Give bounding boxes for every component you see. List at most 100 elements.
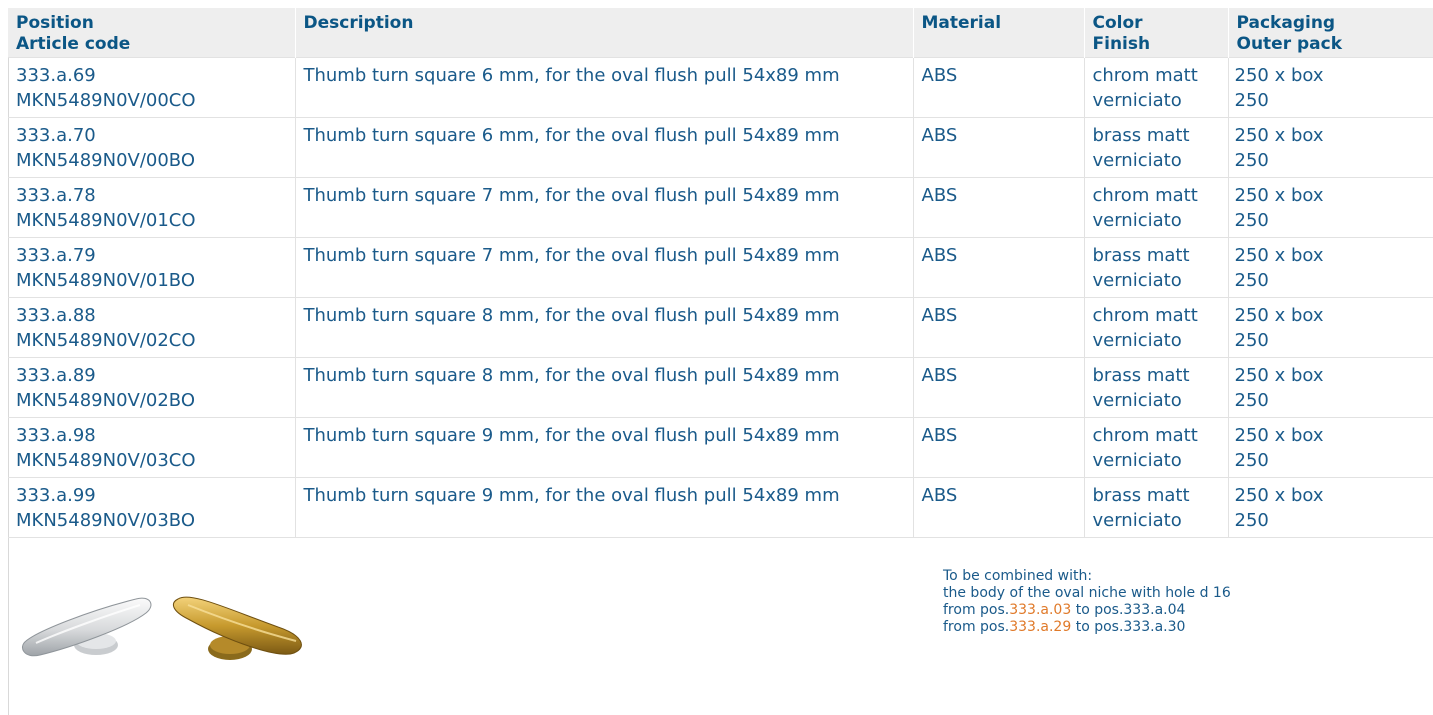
table-row: 333.a.99 MKN5489N0V/03BO Thumb turn squar… — [8, 477, 1433, 538]
article-code-text: MKN5489N0V/02CO — [16, 330, 196, 351]
cell-description: Thumb turn square 9 mm, for the oval flu… — [295, 477, 914, 538]
cell-packaging: 250 x box 250 — [1228, 297, 1433, 358]
table-row: 333.a.70 MKN5489N0V/00BO Thumb turn squar… — [8, 117, 1433, 178]
cell-color-finish: chrom matt verniciato — [1084, 57, 1229, 118]
packaging-text: 250 x box — [1234, 365, 1324, 386]
color-text: brass matt — [1092, 485, 1190, 506]
table-row: 333.a.79 MKN5489N0V/01BO Thumb turn squar… — [8, 237, 1433, 298]
outer-pack-text: 250 — [1234, 90, 1269, 111]
finish-text: verniciato — [1092, 330, 1182, 351]
cell-color-finish: brass matt verniciato — [1084, 477, 1229, 538]
material-text: ABS — [921, 425, 958, 446]
color-text: brass matt — [1092, 365, 1190, 386]
finish-text: verniciato — [1092, 450, 1182, 471]
description-text: Thumb turn square 8 mm, for the oval flu… — [303, 365, 840, 386]
position-text: 333.a.88 — [16, 305, 96, 326]
cell-description: Thumb turn square 7 mm, for the oval flu… — [295, 177, 914, 238]
article-code-text: MKN5489N0V/00BO — [16, 150, 196, 171]
product-images — [18, 573, 308, 678]
position-text: 333.a.99 — [16, 485, 96, 506]
cell-color-finish: brass matt verniciato — [1084, 237, 1229, 298]
color-text: chrom matt — [1092, 185, 1198, 206]
packaging-text: 250 x box — [1234, 305, 1324, 326]
material-text: ABS — [921, 305, 958, 326]
header-label-outer-pack: Outer pack — [1236, 34, 1343, 54]
cell-position-code: 333.a.89 MKN5489N0V/02BO — [8, 357, 296, 418]
color-text: chrom matt — [1092, 425, 1198, 446]
cell-color-finish: brass matt verniciato — [1084, 117, 1229, 178]
position-text: 333.a.69 — [16, 65, 96, 86]
outer-pack-text: 250 — [1234, 330, 1269, 351]
notes-range-line: from pos.333.a.03 to pos.333.a.04 — [943, 602, 1413, 619]
table-row: 333.a.89 MKN5489N0V/02BO Thumb turn squar… — [8, 357, 1433, 418]
brass-matt-thumb-turn-icon — [172, 596, 302, 660]
position-text: 333.a.70 — [16, 125, 96, 146]
finish-text: verniciato — [1092, 210, 1182, 231]
header-description: Description — [295, 8, 914, 58]
table-row: 333.a.88 MKN5489N0V/02CO Thumb turn squar… — [8, 297, 1433, 358]
position-text: 333.a.79 — [16, 245, 96, 266]
cell-packaging: 250 x box 250 — [1228, 177, 1433, 238]
cell-material: ABS — [913, 57, 1085, 118]
outer-pack-text: 250 — [1234, 210, 1269, 231]
description-text: Thumb turn square 7 mm, for the oval flu… — [303, 245, 840, 266]
description-text: Thumb turn square 9 mm, for the oval flu… — [303, 425, 840, 446]
header-label-material: Material — [921, 13, 1002, 33]
cell-material: ABS — [913, 357, 1085, 418]
cell-material: ABS — [913, 237, 1085, 298]
packaging-text: 250 x box — [1234, 185, 1324, 206]
cell-packaging: 250 x box 250 — [1228, 357, 1433, 418]
catalog-page: Position Article code Description Materi… — [8, 8, 1433, 715]
color-text: chrom matt — [1092, 65, 1198, 86]
article-code-text: MKN5489N0V/03BO — [16, 510, 196, 531]
finish-text: verniciato — [1092, 90, 1182, 111]
position-link[interactable]: 333.a.29 — [1009, 619, 1071, 635]
article-code-text: MKN5489N0V/01CO — [16, 210, 196, 231]
color-text: brass matt — [1092, 245, 1190, 266]
material-text: ABS — [921, 125, 958, 146]
cell-material: ABS — [913, 417, 1085, 478]
cell-packaging: 250 x box 250 — [1228, 477, 1433, 538]
cell-description: Thumb turn square 8 mm, for the oval flu… — [295, 297, 914, 358]
cell-position-code: 333.a.88 MKN5489N0V/02CO — [8, 297, 296, 358]
position-text: 333.a.89 — [16, 365, 96, 386]
table-row: 333.a.98 MKN5489N0V/03CO Thumb turn squar… — [8, 417, 1433, 478]
header-label-article-code: Article code — [16, 34, 131, 54]
combination-notes: To be combined with: the body of the ova… — [943, 568, 1413, 636]
material-text: ABS — [921, 485, 958, 506]
finish-text: verniciato — [1092, 510, 1182, 531]
color-text: chrom matt — [1092, 305, 1198, 326]
cell-packaging: 250 x box 250 — [1228, 417, 1433, 478]
packaging-text: 250 x box — [1234, 485, 1324, 506]
chrome-matt-thumb-turn-icon — [22, 597, 152, 657]
header-material: Material — [913, 8, 1085, 58]
finish-text: verniciato — [1092, 270, 1182, 291]
cell-color-finish: chrom matt verniciato — [1084, 417, 1229, 478]
packaging-text: 250 x box — [1234, 245, 1324, 266]
header-packaging-outer-pack: Packaging Outer pack — [1228, 8, 1433, 58]
range-to-text: to pos.333.a.04 — [1071, 602, 1186, 618]
position-link[interactable]: 333.a.03 — [1009, 602, 1071, 618]
cell-position-code: 333.a.98 MKN5489N0V/03CO — [8, 417, 296, 478]
position-text: 333.a.78 — [16, 185, 96, 206]
notes-intro: To be combined with: — [943, 568, 1093, 584]
material-text: ABS — [921, 65, 958, 86]
cell-description: Thumb turn square 6 mm, for the oval flu… — [295, 57, 914, 118]
cell-material: ABS — [913, 477, 1085, 538]
cell-position-code: 333.a.70 MKN5489N0V/00BO — [8, 117, 296, 178]
header-position-article-code: Position Article code — [8, 8, 296, 58]
description-text: Thumb turn square 6 mm, for the oval flu… — [303, 65, 840, 86]
cell-packaging: 250 x box 250 — [1228, 117, 1433, 178]
article-code-text: MKN5489N0V/01BO — [16, 270, 196, 291]
cell-packaging: 250 x box 250 — [1228, 237, 1433, 298]
cell-description: Thumb turn square 8 mm, for the oval flu… — [295, 357, 914, 418]
color-text: brass matt — [1092, 125, 1190, 146]
range-from-prefix: from pos. — [943, 619, 1010, 635]
outer-pack-text: 250 — [1234, 150, 1269, 171]
cell-position-code: 333.a.78 MKN5489N0V/01CO — [8, 177, 296, 238]
table-row: 333.a.69 MKN5489N0V/00CO Thumb turn squar… — [8, 57, 1433, 118]
packaging-text: 250 x box — [1234, 425, 1324, 446]
articles-table: Position Article code Description Materi… — [8, 8, 1433, 538]
packaging-text: 250 x box — [1234, 125, 1324, 146]
cell-color-finish: brass matt verniciato — [1084, 357, 1229, 418]
